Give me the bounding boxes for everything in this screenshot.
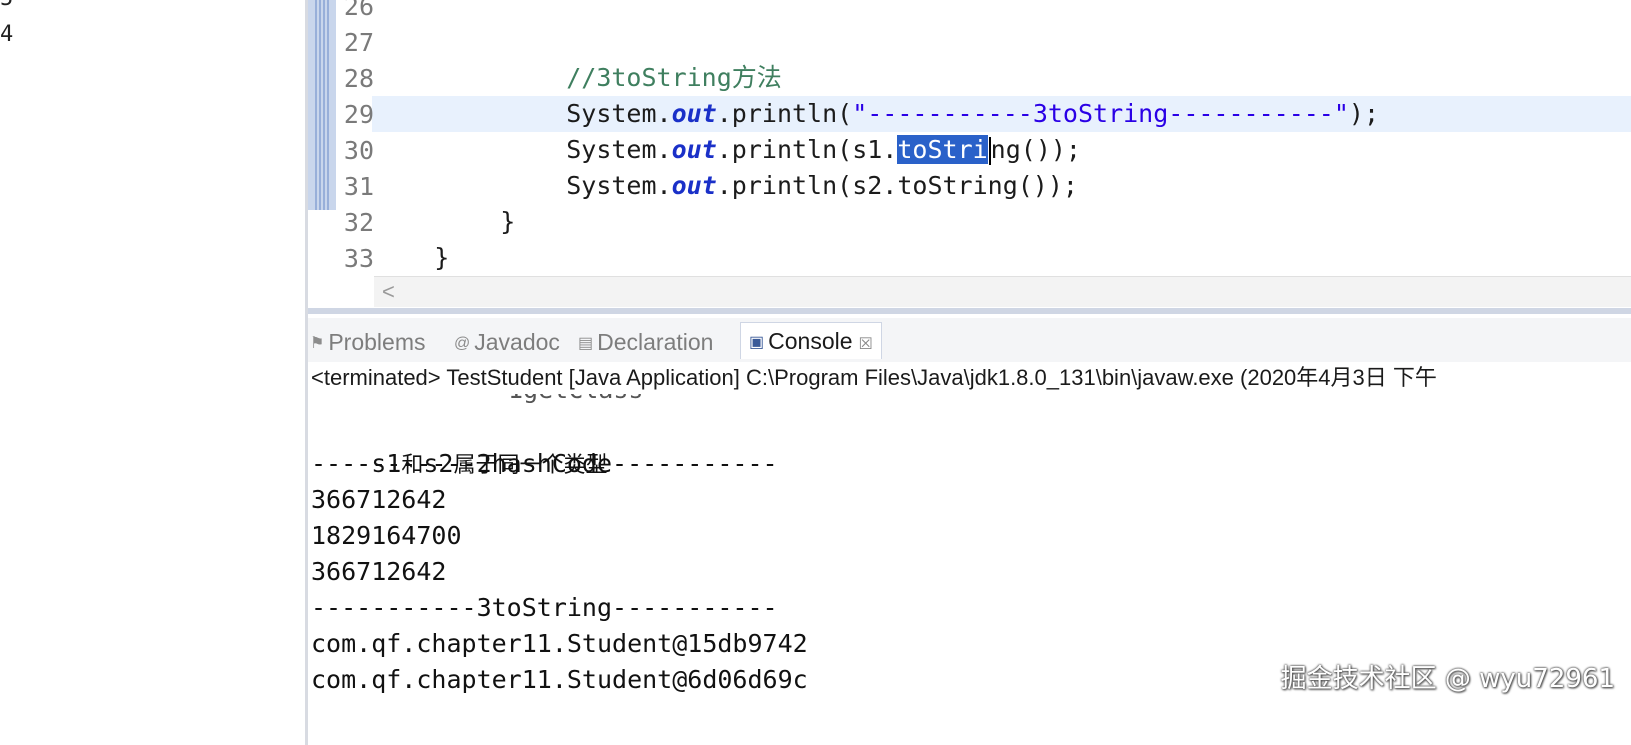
console-line: -----------2hashCode----------- <box>311 449 778 478</box>
code-token: } <box>500 207 516 236</box>
tab-declaration[interactable]: ▤ Declaration <box>578 324 713 360</box>
console-line: 1829164700 <box>311 521 462 550</box>
tab-label: Declaration <box>597 329 714 355</box>
javadoc-icon: @ <box>454 334 471 352</box>
code-line-30[interactable]: System.out.println(s2.toString()); <box>506 132 1078 200</box>
tab-label: Console <box>768 328 853 354</box>
code-line-28[interactable]: System.out.println("-----------3toString… <box>506 60 1379 128</box>
left-pane: 5 4 <box>0 0 305 745</box>
code-line-29[interactable]: System.out.println(s1.toStri ng()); <box>506 96 1081 165</box>
overview-ruler <box>308 0 336 210</box>
console-line: com.qf.chapter11.Student@6d06d69c <box>311 665 808 694</box>
console-line: com.qf.chapter11.Student@15db9742 <box>311 629 808 658</box>
line-number: 31 <box>343 172 374 201</box>
line-number: 33 <box>343 244 374 273</box>
code-keyword-out: out <box>671 171 717 200</box>
declaration-icon: ▤ <box>578 334 594 352</box>
close-icon[interactable]: ☒ <box>859 336 873 353</box>
code-line-31[interactable]: } <box>440 168 515 236</box>
views-tab-bar: ⚑ Problems @ Javadoc ▤ Declaration ▣ Console… <box>308 318 1631 363</box>
line-number: 30 <box>343 136 374 165</box>
watermark: 掘金技术社区 @ wyu72961 <box>1280 664 1615 694</box>
line-number: 28 <box>343 64 374 93</box>
line-number: 27 <box>343 28 374 57</box>
left-pane-number: 4 <box>0 22 14 47</box>
console-line: -----------3toString----------- <box>311 593 778 622</box>
console-line: s1和s2属于同一个类型 <box>311 410 607 478</box>
code-editor[interactable]: 26 27 28 29 30 31 32 33 //3toString方法 Sy… <box>308 0 1631 320</box>
tab-label: Problems <box>328 329 426 355</box>
horizontal-scrollbar[interactable]: < <box>374 276 1631 307</box>
console-line: 366712642 <box>311 485 447 514</box>
tab-problems[interactable]: ⚑ Problems <box>310 324 426 360</box>
problems-icon: ⚑ <box>310 334 325 352</box>
console-line: 366712642 <box>311 557 447 586</box>
line-number: 32 <box>343 208 374 237</box>
code-token: .println(s2.toString()); <box>716 171 1078 200</box>
line-number: 26 <box>343 0 374 21</box>
code-token: } <box>434 243 450 272</box>
code-line-27[interactable]: //3toString方法 <box>506 24 782 92</box>
scroll-left-icon[interactable]: < <box>382 279 395 305</box>
console-icon: ▣ <box>749 333 765 351</box>
code-line-32[interactable]: } <box>374 204 449 272</box>
line-number-gutter: 26 27 28 29 30 31 32 33 <box>336 0 376 290</box>
code-token: ); <box>1348 99 1380 128</box>
left-pane-number: 5 <box>0 0 13 11</box>
tab-javadoc[interactable]: @ Javadoc <box>454 324 560 360</box>
console-line-partial: 1getClass <box>508 394 643 408</box>
line-number: 29 <box>343 100 374 129</box>
code-token: System. <box>566 171 672 200</box>
tab-label: Javadoc <box>474 329 560 355</box>
editor-border <box>308 308 1631 314</box>
console-status-line: <terminated> TestStudent [Java Applicati… <box>308 362 1631 395</box>
tab-console[interactable]: ▣ Console ☒ <box>740 322 882 359</box>
